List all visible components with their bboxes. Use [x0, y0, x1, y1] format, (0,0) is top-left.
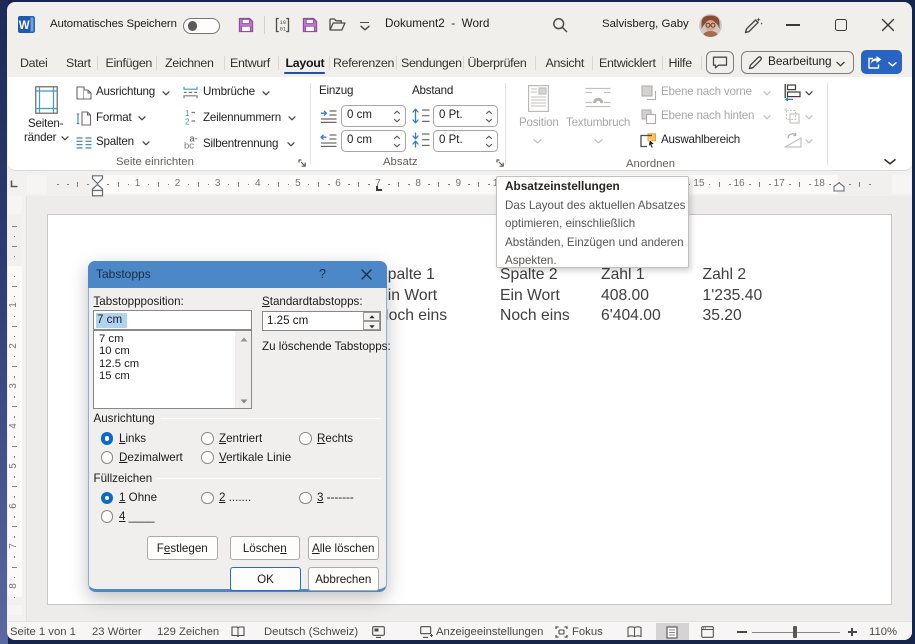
svg-text:01: 01 — [280, 26, 286, 32]
svg-text:10: 10 — [280, 20, 286, 26]
svg-text:W: W — [19, 20, 30, 32]
svg-text:2: 2 — [185, 118, 190, 127]
svg-text:bc: bc — [184, 141, 194, 152]
